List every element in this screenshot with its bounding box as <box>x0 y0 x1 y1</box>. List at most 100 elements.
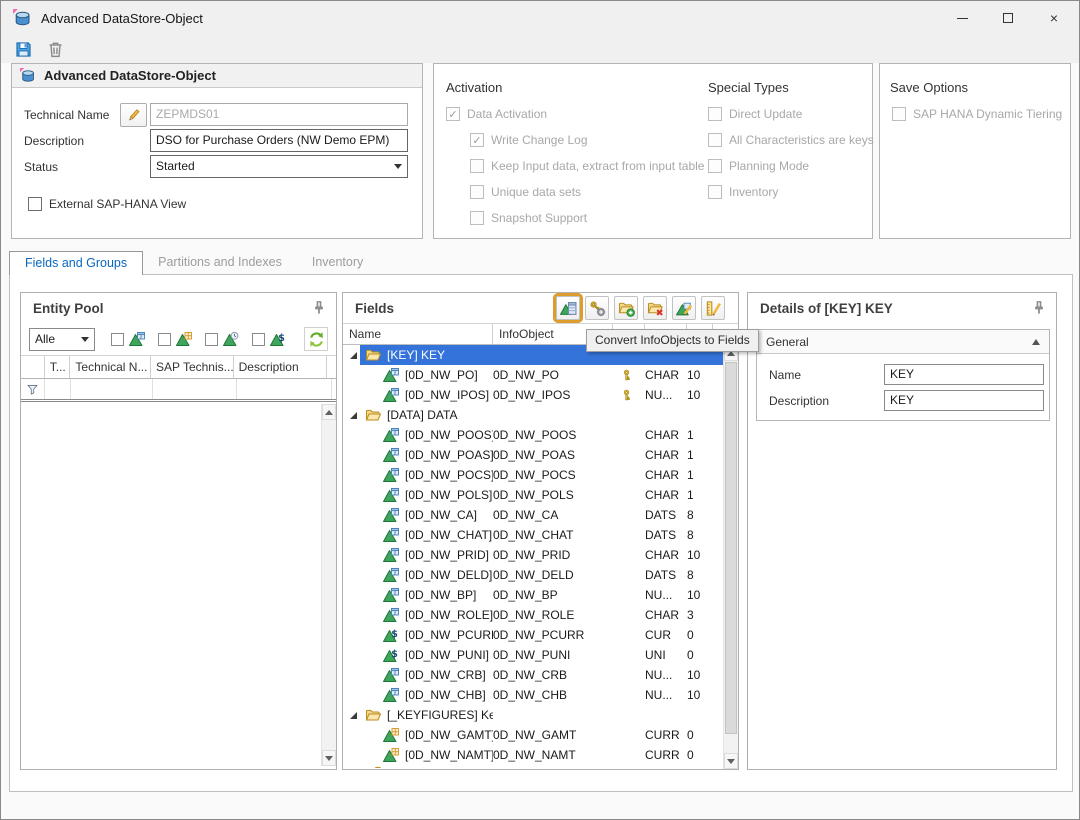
field-infoobject: 0D_NW_POAS <box>493 448 613 462</box>
collapse-icon[interactable] <box>1032 339 1040 345</box>
tab-inventory[interactable]: Inventory <box>297 251 378 275</box>
field-row[interactable]: [0D_NW_CA] 0D_NW_CA DATS 8 <box>343 505 723 525</box>
save-icon[interactable] <box>14 40 33 59</box>
details-title: Details of [KEY] KEY <box>760 301 893 316</box>
manage-keys-button[interactable] <box>585 296 609 320</box>
entity-pool-filter-value: Alle <box>35 332 81 346</box>
column-header-description[interactable]: Description <box>234 356 327 378</box>
status-select[interactable]: Started <box>150 155 408 178</box>
filter-cell[interactable] <box>237 379 332 399</box>
characteristic-icon <box>383 667 399 683</box>
field-row[interactable]: [0D_NW_POAS] 0D_NW_POAS CHAR 1 <box>343 445 723 465</box>
column-header-technical-name[interactable]: Technical N... <box>70 356 151 378</box>
detail-name-input[interactable]: KEY <box>884 364 1044 385</box>
close-button[interactable]: × <box>1031 1 1077 35</box>
field-length: 10 <box>687 368 713 382</box>
keyfigure-icon <box>383 747 399 763</box>
description-input[interactable]: DSO for Purchase Orders (NW Demo EPM) <box>150 129 408 152</box>
time-characteristic-filter-checkbox[interactable] <box>205 333 218 346</box>
checkbox <box>470 133 484 147</box>
field-row[interactable]: [0D_NW_ROLE] 0D_NW_ROLE CHAR 3 <box>343 605 723 625</box>
field-length: 8 <box>687 568 713 582</box>
entity-pool-table-header: T... Technical N... SAP Technis... Descr… <box>21 355 336 379</box>
characteristic-icon <box>383 507 399 523</box>
checkbox <box>892 107 906 121</box>
refresh-button[interactable] <box>304 327 328 351</box>
field-row[interactable]: [0D_NW_GAMT] 0D_NW_GAMT CURR 0 <box>343 725 723 745</box>
entity-pool-filter-select[interactable]: Alle <box>29 328 95 351</box>
field-row[interactable]: [0D_NW_POCS] 0D_NW_POCS CHAR 1 <box>343 465 723 485</box>
pin-icon[interactable] <box>311 300 327 316</box>
tab-fields-and-groups[interactable]: Fields and Groups <box>9 251 143 275</box>
entity-pool-list[interactable] <box>21 402 336 766</box>
expand-icon[interactable] <box>350 412 357 419</box>
column-header-sap-technical[interactable]: SAP Technis... <box>151 356 234 378</box>
column-header-name[interactable]: Name <box>343 324 493 344</box>
remove-group-button[interactable] <box>643 296 667 320</box>
fields-scrollbar[interactable] <box>723 345 738 769</box>
field-datatype: CHAR <box>645 468 687 482</box>
unit-filter-checkbox[interactable] <box>252 333 265 346</box>
field-row[interactable]: [0D_NW_DELD] 0D_NW_DELD DATS 8 <box>343 565 723 585</box>
convert-infoobjects-to-fields-button[interactable] <box>556 296 580 320</box>
field-row[interactable]: [0D_NW_PRID] 0D_NW_PRID CHAR 10 <box>343 545 723 565</box>
field-infoobject: 0D_NW_BP <box>493 588 613 602</box>
characteristic-icon <box>383 547 399 563</box>
external-sap-hana-view-option[interactable]: External SAP-HANA View <box>16 194 186 214</box>
expand-icon[interactable] <box>350 712 357 719</box>
tab-partitions-and-indexes[interactable]: Partitions and Indexes <box>143 251 297 275</box>
header-group-title-bar: Advanced DataStore-Object <box>12 64 422 88</box>
remove-group-icon <box>647 300 664 317</box>
entity-pool-scrollbar[interactable] <box>321 404 336 766</box>
field-row[interactable]: [0D_NW_IPOS] 0D_NW_IPOS NU... 10 <box>343 385 723 405</box>
pin-icon[interactable] <box>1031 300 1047 316</box>
expand-icon[interactable] <box>350 352 357 359</box>
field-row[interactable]: [0D_NW_CHAT] 0D_NW_CHAT DATS 8 <box>343 525 723 545</box>
detail-description-input[interactable]: KEY <box>884 390 1044 411</box>
keyfigure-filter-checkbox[interactable] <box>158 333 171 346</box>
edit-technical-name-button[interactable] <box>120 103 147 127</box>
checkbox <box>708 185 722 199</box>
checkbox <box>708 159 722 173</box>
field-row[interactable]: [0D_NW_PCURR] 0D_NW_PCURR CUR 0 <box>343 625 723 645</box>
scrollbar-thumb[interactable] <box>725 362 737 734</box>
field-row[interactable]: [0D_NW_CRB] 0D_NW_CRB NU... 10 <box>343 665 723 685</box>
maximize-button[interactable] <box>985 1 1031 35</box>
add-group-button[interactable] <box>614 296 638 320</box>
add-infoobjects-button[interactable] <box>672 296 696 320</box>
field-name: [0D_NW_BP] <box>405 588 476 602</box>
window-title: Advanced DataStore-Object <box>41 11 203 26</box>
filter-cell[interactable] <box>153 379 237 399</box>
datastore-object-icon <box>20 68 36 84</box>
filter-cell[interactable] <box>45 379 71 399</box>
filter-cell[interactable] <box>71 379 153 399</box>
minimize-button[interactable] <box>939 1 985 35</box>
field-group-row[interactable]: [_KEYFIGURES] Key... <box>343 705 723 725</box>
field-infoobject: 0D_NW_CHB <box>493 688 613 702</box>
checkbox-option: Write Change Log <box>434 127 704 153</box>
column-header-type[interactable]: T... <box>45 356 71 378</box>
details-panel: Details of [KEY] KEY General Name KEY De… <box>747 292 1057 770</box>
general-section-header[interactable]: General <box>757 330 1049 354</box>
scroll-down-button[interactable] <box>322 750 336 766</box>
scroll-up-button[interactable] <box>322 404 336 420</box>
characteristic-filter-checkbox[interactable] <box>111 333 124 346</box>
field-row[interactable]: [0D_NW_PO] 0D_NW_PO CHAR 10 <box>343 365 723 385</box>
time-characteristic-icon <box>223 331 239 347</box>
filter-funnel-icon[interactable] <box>26 383 39 396</box>
scroll-down-button[interactable] <box>724 753 738 769</box>
characteristic-icon <box>383 567 399 583</box>
field-row[interactable]: [0D_NW_POLS] 0D_NW_POLS CHAR 1 <box>343 485 723 505</box>
field-row[interactable]: [0D_NW_NAMT] 0D_NW_NAMT CURR 0 <box>343 745 723 765</box>
field-infoobject: 0D_NW_PRID <box>493 548 613 562</box>
edit-field-button[interactable] <box>701 296 725 320</box>
field-length: 0 <box>687 728 713 742</box>
checkbox-option: Data Activation <box>434 101 704 127</box>
field-row[interactable]: [0D_NW_POOS] 0D_NW_POOS CHAR 1 <box>343 425 723 445</box>
field-row[interactable]: [0D_NW_CHB] 0D_NW_CHB NU... 10 <box>343 685 723 705</box>
field-group-row[interactable]: [DATA] DATA <box>343 405 723 425</box>
external-sap-hana-view-checkbox[interactable] <box>28 197 42 211</box>
delete-icon[interactable] <box>46 40 65 59</box>
field-row[interactable]: [0D_NW_PUNI] 0D_NW_PUNI UNI 0 <box>343 645 723 665</box>
field-row[interactable]: [0D_NW_BP] 0D_NW_BP NU... 10 <box>343 585 723 605</box>
